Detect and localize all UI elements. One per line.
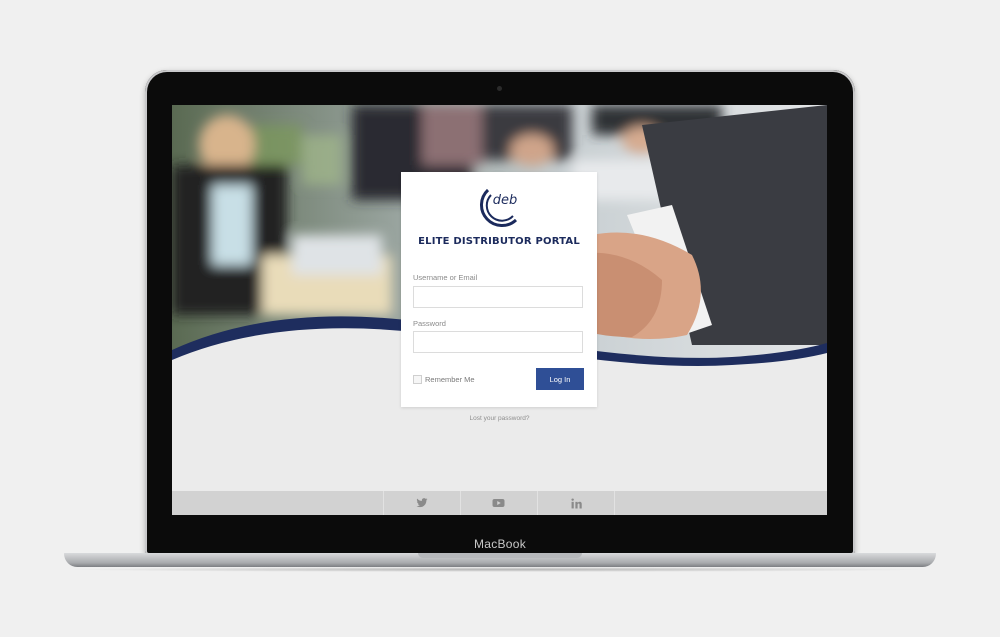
twitter-button[interactable]	[383, 491, 459, 515]
linkedin-icon	[570, 497, 582, 508]
lost-password-link[interactable]: Lost your password?	[172, 415, 827, 422]
laptop-shadow	[64, 567, 936, 572]
username-input[interactable]	[413, 286, 583, 308]
password-input[interactable]	[413, 331, 583, 353]
username-label: Username or Email	[413, 273, 478, 282]
logo-text: deb	[493, 193, 518, 208]
social-bar	[172, 491, 827, 515]
youtube-icon	[492, 499, 505, 507]
remember-checkbox[interactable]	[413, 375, 422, 384]
camera-icon	[497, 86, 502, 91]
password-label: Password	[413, 319, 446, 328]
screen: deb ELITE DISTRIBUTOR PORTAL Username or…	[172, 105, 827, 515]
device-brand: MacBook	[473, 537, 527, 551]
portal-title: ELITE DISTRIBUTOR PORTAL	[418, 236, 580, 247]
laptop-notch	[418, 553, 582, 558]
deb-logo: deb	[480, 188, 518, 227]
youtube-button[interactable]	[460, 491, 536, 515]
login-button[interactable]: Log In	[536, 368, 584, 390]
remember-label[interactable]: Remember Me	[425, 375, 475, 384]
login-card: deb ELITE DISTRIBUTOR PORTAL Username or…	[401, 172, 597, 407]
twitter-icon	[416, 498, 427, 508]
linkedin-button[interactable]	[537, 491, 615, 515]
